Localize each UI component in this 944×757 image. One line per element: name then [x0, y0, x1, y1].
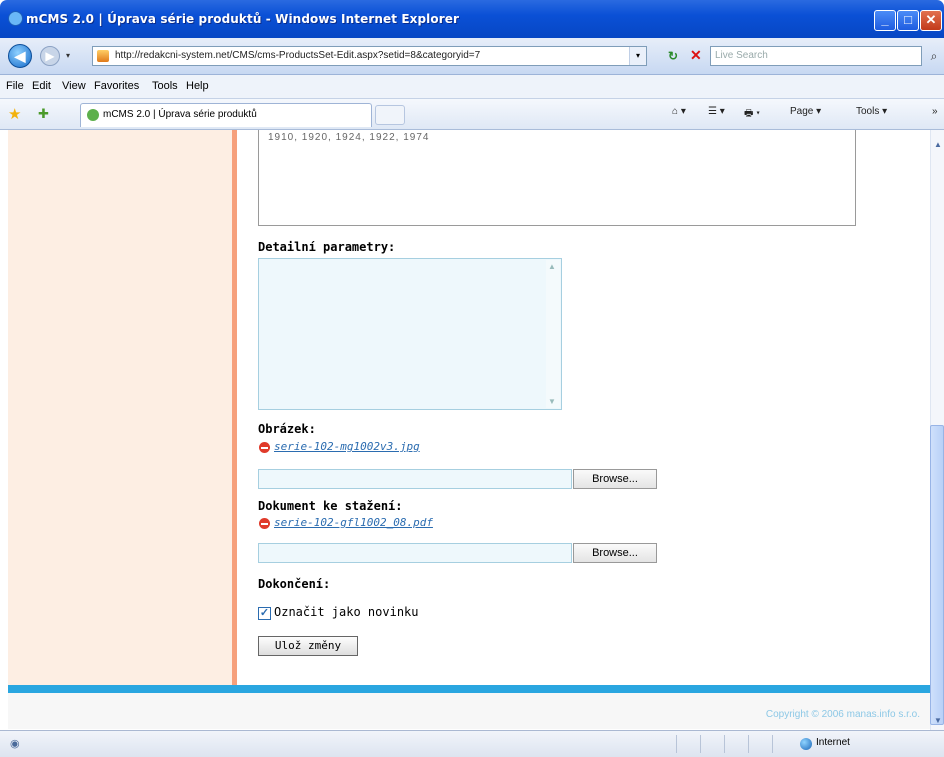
image-file-input[interactable]: [258, 469, 572, 489]
menu-edit[interactable]: Edit: [32, 80, 51, 92]
history-dropdown-icon[interactable]: ▾: [66, 51, 70, 60]
menu-bar: File Edit View Favorites Tools Help: [0, 75, 944, 99]
window-titlebar: mCMS 2.0 | Úprava série produktů - Windo…: [0, 0, 944, 38]
add-favorites-icon[interactable]: ✚: [38, 106, 49, 122]
menu-favorites[interactable]: Favorites: [94, 80, 139, 92]
copyright-text: Copyright © 2006 manas.info s.r.o.: [765, 709, 920, 720]
image-file-link[interactable]: serie-102-mg1002v3.jpg: [274, 440, 420, 453]
page-menu-button[interactable]: Page ▾: [790, 106, 821, 117]
print-icon[interactable]: 🖶 ▾: [744, 106, 760, 123]
textarea-scrollbar[interactable]: ▲ ▼: [546, 260, 560, 408]
stop-icon[interactable]: ✕: [690, 47, 702, 64]
menu-file[interactable]: File: [6, 80, 24, 92]
scrollbar-thumb[interactable]: [930, 425, 944, 725]
new-tab-button[interactable]: [375, 105, 405, 125]
image-browse-button[interactable]: Browse...: [573, 469, 657, 489]
previous-textarea[interactable]: [258, 130, 856, 226]
address-url[interactable]: http://redakcni-system.net/CMS/cms-Produ…: [115, 50, 480, 61]
favorites-star-icon[interactable]: ★: [8, 105, 21, 123]
address-dropdown-icon[interactable]: ▾: [629, 47, 646, 65]
delete-image-icon[interactable]: [259, 442, 270, 453]
page-content: 1910, 1920, 1924, 1922, 1974 Detailní pa…: [0, 130, 930, 730]
scroll-down-arrow-icon[interactable]: ▼: [934, 716, 942, 725]
navigation-bar: ◀ ▶ ▾ http://redakcni-system.net/CMS/cms…: [0, 38, 944, 75]
page-footer: Copyright © 2006 manas.info s.r.o.: [8, 693, 930, 729]
scroll-down-icon[interactable]: ▼: [548, 397, 556, 406]
forward-button[interactable]: ▶: [40, 46, 60, 66]
refresh-icon[interactable]: ↻: [668, 49, 678, 63]
back-button[interactable]: ◀: [8, 44, 32, 68]
novinka-checkbox[interactable]: ✓: [258, 607, 271, 620]
document-browse-button[interactable]: Browse...: [573, 543, 657, 563]
close-button[interactable]: ✕: [920, 10, 942, 31]
status-divider: [748, 735, 749, 753]
home-icon[interactable]: ⌂ ▾: [672, 106, 686, 117]
scroll-up-icon[interactable]: ▲: [548, 262, 556, 271]
status-divider: [772, 735, 773, 753]
tab-active[interactable]: mCMS 2.0 | Úprava série produktů: [80, 103, 372, 127]
tab-page-icon: [87, 109, 99, 121]
left-sidebar: [8, 130, 232, 685]
finish-label: Dokončení:: [258, 577, 331, 591]
menu-help[interactable]: Help: [186, 80, 209, 92]
tab-label: mCMS 2.0 | Úprava série produktů: [103, 109, 257, 120]
feeds-icon[interactable]: ☰ ▾: [708, 106, 725, 117]
previous-textarea-value: 1910, 1920, 1924, 1922, 1974: [268, 132, 430, 143]
status-divider: [724, 735, 725, 753]
left-edge: [0, 130, 8, 730]
done-icon: ◉: [10, 738, 20, 750]
chevron-more-icon[interactable]: »: [932, 106, 938, 117]
status-divider: [676, 735, 677, 753]
internet-zone-icon: [800, 738, 812, 750]
menu-tools[interactable]: Tools: [152, 80, 178, 92]
document-file-link[interactable]: serie-102-gfl1002_08.pdf: [274, 516, 433, 529]
window-title: mCMS 2.0 | Úprava série produktů - Windo…: [26, 12, 460, 26]
footer-stripe: [8, 685, 930, 693]
document-label: Dokument ke stažení:: [258, 499, 403, 513]
page-icon: [97, 50, 109, 62]
search-input[interactable]: Live Search: [710, 46, 922, 66]
delete-document-icon[interactable]: [259, 518, 270, 529]
menu-view[interactable]: View: [62, 80, 86, 92]
minimize-button[interactable]: _: [874, 10, 896, 31]
scroll-up-arrow-icon[interactable]: ▲: [934, 140, 942, 149]
status-divider: [700, 735, 701, 753]
novinka-label[interactable]: Označit jako novinku: [274, 605, 419, 619]
detail-parameters-label: Detailní parametry:: [258, 240, 396, 254]
ie-logo-icon: [8, 11, 23, 26]
security-zone-label: Internet: [816, 737, 850, 748]
tools-menu-button[interactable]: Tools ▾: [856, 106, 887, 117]
document-file-input[interactable]: [258, 543, 572, 563]
maximize-button[interactable]: □: [897, 10, 919, 31]
save-changes-button[interactable]: Ulož změny: [258, 636, 358, 656]
tab-bar: ★ ✚ mCMS 2.0 | Úprava série produktů ⌂ ▾…: [0, 99, 944, 130]
status-bar: ◉ Internet: [0, 730, 944, 757]
sidebar-divider: [232, 130, 237, 685]
image-label: Obrázek:: [258, 422, 316, 436]
search-icon[interactable]: ⌕: [924, 46, 944, 66]
detail-parameters-textarea[interactable]: ▲ ▼: [258, 258, 562, 410]
address-bar[interactable]: http://redakcni-system.net/CMS/cms-Produ…: [92, 46, 647, 66]
